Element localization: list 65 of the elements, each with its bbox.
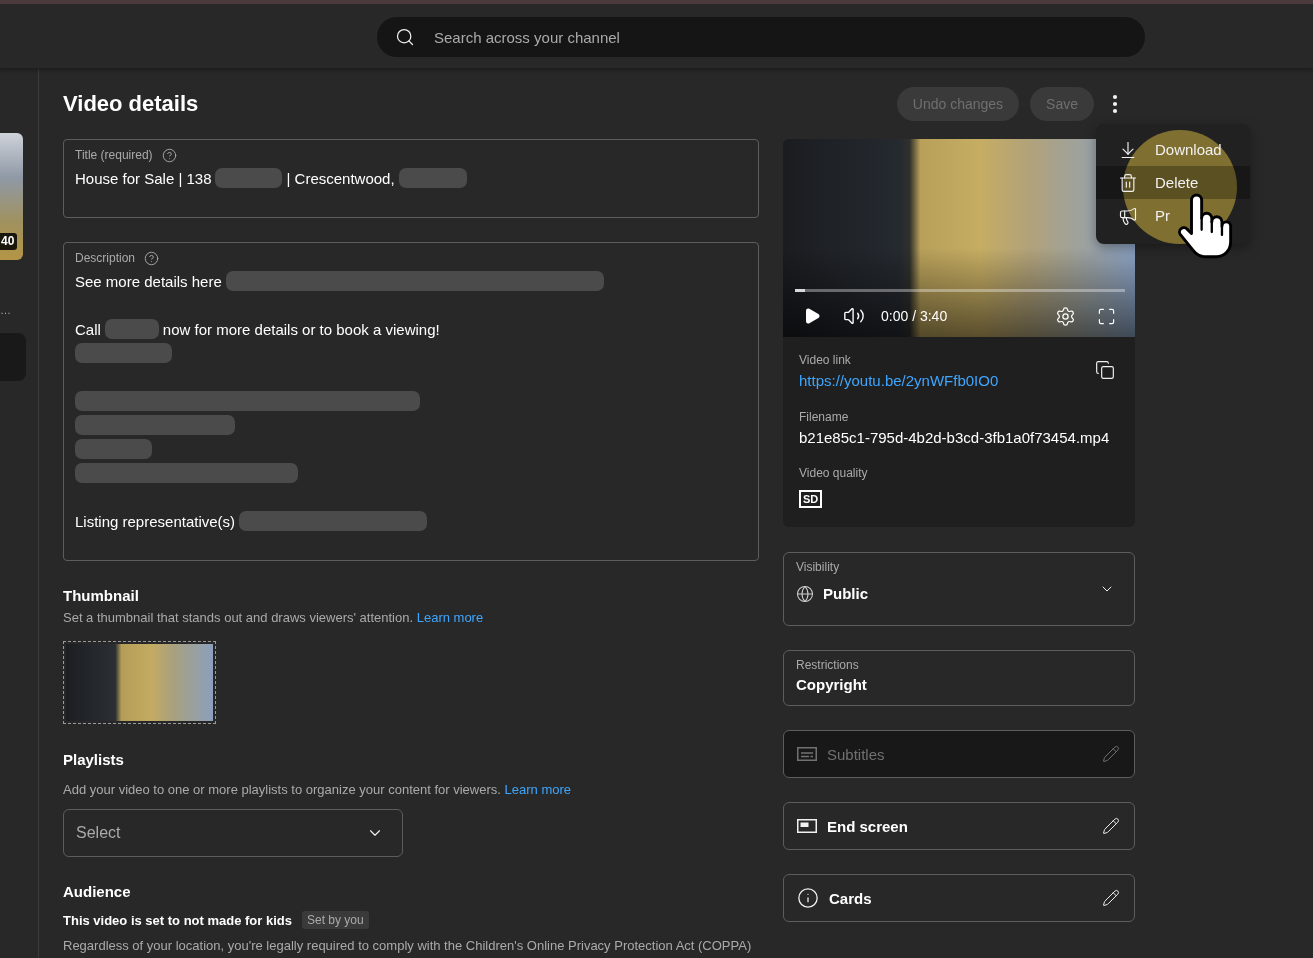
photo-placeholder[interactable]: 40	[0, 133, 23, 260]
description-text: Call	[75, 320, 101, 338]
globe-icon	[796, 585, 814, 603]
video-link[interactable]: https://youtu.be/2ynWFfb0IO0	[799, 371, 999, 391]
pencil-icon	[1102, 817, 1120, 835]
pencil-icon	[1102, 745, 1120, 763]
search-field[interactable]: Search across your channel	[377, 17, 1145, 57]
pencil-icon	[1102, 889, 1120, 907]
video-placeholder[interactable]: 0:00 / 3:40	[783, 139, 1135, 337]
field-label: Description	[75, 251, 136, 265]
section-description: Set a thumbnail that stands out and draws viewers' attention. Learn more	[63, 609, 484, 627]
help-icon[interactable]	[161, 147, 177, 163]
description-input[interactable]: Description See more details here Call now for more details or to book a viewing! Listing representative(s)	[63, 242, 759, 561]
playlist-select[interactable]: Select	[63, 809, 403, 857]
megaphone-icon	[1118, 205, 1138, 226]
audience-source-tag: Set by you	[302, 911, 369, 929]
info-label: Video link	[799, 352, 851, 368]
section-description: Add your video to one or more playlists to organize your content for viewers. Learn more	[63, 781, 571, 799]
field-label: Visibility	[796, 560, 841, 574]
learn-more-link[interactable]: Learn more	[504, 782, 571, 797]
subtitles-icon	[797, 747, 817, 761]
description-text: See more details here	[75, 272, 222, 290]
section-heading: Thumbnail	[63, 586, 139, 606]
help-icon[interactable]	[144, 250, 160, 266]
trash-icon	[1118, 172, 1138, 193]
audience-status: This video is set to not made for kids	[63, 912, 292, 928]
time-display: 0:00 / 3:40	[881, 308, 948, 324]
blurred-text	[104, 319, 159, 339]
description-text: now for more details or to book a viewing!	[162, 320, 440, 338]
title-input[interactable]: Title (required) House for Sale | 138 | Crescentwood,	[63, 139, 759, 218]
editor-button[interactable]: Cards	[783, 874, 1135, 922]
duration-badge: 40	[0, 233, 18, 250]
quality-badge: SD	[799, 490, 823, 508]
settings-icon[interactable]	[1055, 305, 1076, 327]
visibility-dropdown[interactable]: Visibility Public	[783, 552, 1135, 626]
field-label: Title (required)	[75, 148, 153, 162]
copy-icon[interactable]	[1095, 360, 1115, 380]
info-label: Video quality	[799, 465, 868, 481]
volume-icon[interactable]	[843, 305, 865, 327]
hand-cursor-icon	[1177, 192, 1235, 259]
title-text: House for Sale | 138	[75, 169, 212, 187]
progress-track[interactable]	[795, 289, 1125, 292]
search-icon	[395, 27, 415, 47]
learn-more-link[interactable]: Learn more	[416, 610, 484, 625]
blurred-text	[215, 168, 283, 188]
field-label: Restrictions	[796, 658, 859, 672]
blurred-text	[398, 168, 467, 188]
menu-item[interactable]: Delete	[1096, 166, 1250, 199]
title-text: | Crescentwood,	[286, 169, 395, 187]
info-icon	[797, 887, 819, 909]
section-heading: Playlists	[63, 750, 124, 770]
filename-text: b21e85c1-795d-4b2d-b3cd-3fb1a0f73454.mp4	[799, 428, 1110, 448]
info-label: Filename	[799, 409, 849, 425]
audience-note: Regardless of your location, you're legally required to comply with the Children's Online Privacy Protection Act (COPPA)	[63, 937, 752, 955]
end-screen-icon	[797, 819, 817, 833]
field-value: Copyright	[796, 675, 867, 695]
video-title-text: …	[0, 304, 11, 316]
page-title: Video details	[63, 90, 199, 118]
editor-button[interactable]: End screen	[783, 802, 1135, 850]
fullscreen-icon[interactable]	[1097, 306, 1116, 326]
section-heading: Audience	[63, 882, 131, 902]
field-value: Public	[823, 584, 868, 604]
thumbnail-image[interactable]	[63, 641, 216, 724]
description-text: Listing representative(s)	[75, 512, 236, 530]
play-icon[interactable]	[803, 307, 821, 325]
